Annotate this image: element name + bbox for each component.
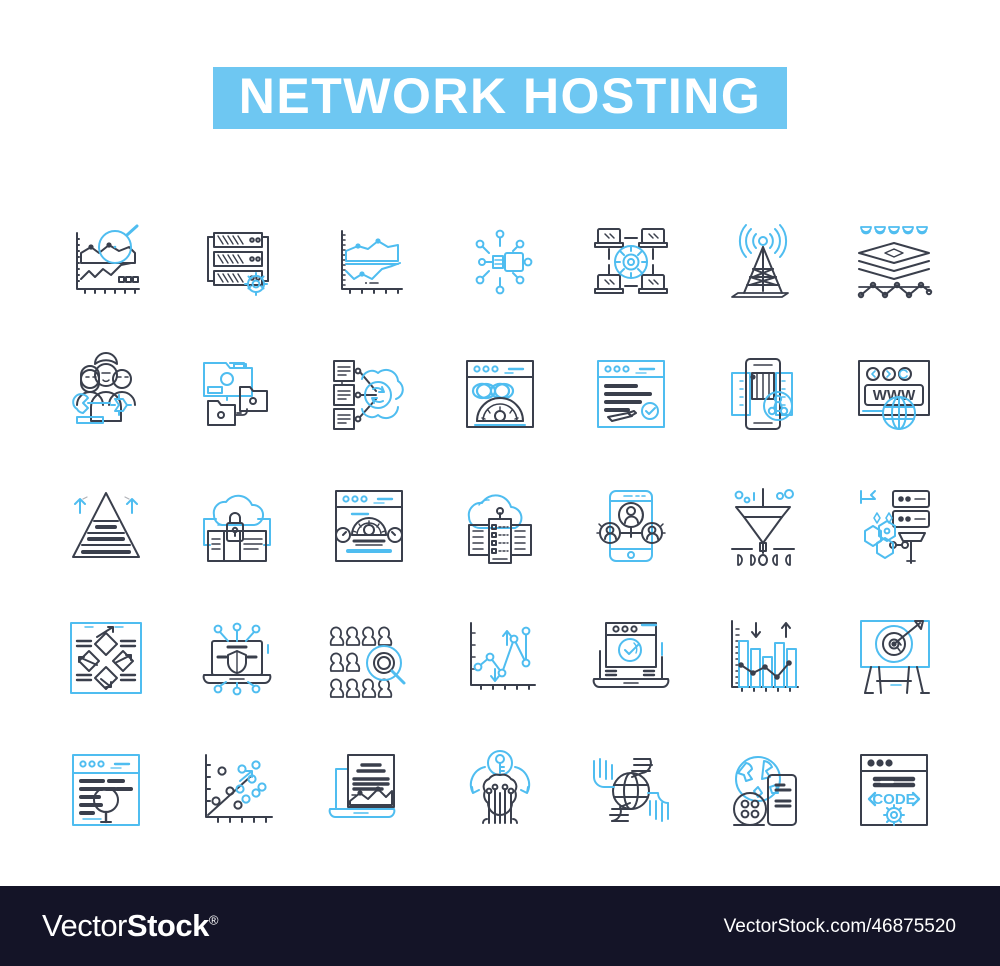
brain-circuit-key-icon (457, 747, 543, 833)
globe-phone-icon (720, 747, 806, 833)
cloud-lock-document-icon (194, 483, 280, 569)
diagram-diamonds-icon (63, 615, 149, 701)
illustration-sheet: NETWORK HOSTING WWW CODE VectorStock® Ve… (0, 0, 1000, 966)
laptop-shield-circuit-icon (194, 615, 280, 701)
icon-cell (40, 724, 171, 856)
page-title: NETWORK HOSTING (238, 68, 762, 124)
crowd-magnifier-icon (326, 615, 412, 701)
scatter-plot-trend-icon (194, 747, 280, 833)
icon-cell (171, 592, 302, 724)
icon-cell (40, 196, 171, 328)
registered-mark: ® (208, 912, 219, 928)
icon-cell: WWW (829, 328, 960, 460)
icon-cell: CODE (829, 724, 960, 856)
icon-cell (566, 328, 697, 460)
browser-form-check-icon (588, 351, 674, 437)
icon-cell (829, 460, 960, 592)
icon-cell (697, 328, 828, 460)
icon-cell (303, 460, 434, 592)
icon-cell (697, 724, 828, 856)
server-hexagon-hammer-icon (851, 483, 937, 569)
logo-bold-part: Stock (126, 908, 209, 943)
document-chart-laptop-icon (326, 747, 412, 833)
server-rack-gear-icon (194, 219, 280, 305)
laptop-check-badge-icon (588, 615, 674, 701)
datacenter-cloud-icon (457, 483, 543, 569)
title-banner: NETWORK HOSTING (212, 67, 788, 129)
icon-cell (434, 592, 565, 724)
icon-cell (40, 592, 171, 724)
laptops-gear-network-icon (588, 219, 674, 305)
pyramid-growth-icon (63, 483, 149, 569)
icon-cell (303, 196, 434, 328)
icon-cell (829, 592, 960, 724)
vectorstock-url: VectorStock.com/46875520 (723, 916, 956, 937)
icon-cell (40, 460, 171, 592)
icon-cell (303, 592, 434, 724)
icon-cell (697, 592, 828, 724)
icon-cell (697, 460, 828, 592)
icon-cell (829, 196, 960, 328)
chart-magnifier-icon (63, 219, 149, 305)
network-hub-nodes-icon (457, 219, 543, 305)
target-easel-dart-icon (851, 615, 937, 701)
line-chart-arrows-icon (457, 615, 543, 701)
icon-cell (171, 460, 302, 592)
icon-cell (566, 196, 697, 328)
icon-cell (171, 724, 302, 856)
bar-chart-arrows-icon (720, 615, 806, 701)
server-tower-share-icon (720, 351, 806, 437)
title-area: NETWORK HOSTING (0, 66, 1000, 130)
icon-cell (171, 196, 302, 328)
antenna-tower-signal-icon (720, 219, 806, 305)
browser-infinity-gauge-icon (457, 351, 543, 437)
icon-cell (566, 724, 697, 856)
browser-speedometer-icon (326, 483, 412, 569)
icon-cell (303, 724, 434, 856)
icon-cell (697, 196, 828, 328)
icon-cell (303, 328, 434, 460)
icon-cell (566, 460, 697, 592)
logo-light-part: Vector (42, 908, 127, 943)
hands-globe-icon (588, 747, 674, 833)
icon-cell (434, 196, 565, 328)
browser-text-magnifier-icon (63, 747, 149, 833)
folder-sync-icon (194, 351, 280, 437)
documents-cloud-sync-icon (326, 351, 412, 437)
icon-cell (434, 460, 565, 592)
phone-users-group-icon (588, 483, 674, 569)
icon-cell (434, 328, 565, 460)
browser-code-gear-icon: CODE (851, 747, 937, 833)
footer-bar: VectorStock® VectorStock.com/46875520 (0, 886, 1000, 966)
icon-grid: WWW CODE (40, 196, 960, 856)
team-wrench-gear-icon (63, 351, 149, 437)
icon-cell (434, 724, 565, 856)
icon-cell (171, 328, 302, 460)
funnel-data-filter-icon (720, 483, 806, 569)
icon-cell (566, 592, 697, 724)
area-chart-icon (326, 219, 412, 305)
browser-www-globe-icon: WWW (851, 351, 937, 437)
layered-stack-icon (851, 219, 937, 305)
icon-cell (40, 328, 171, 460)
vectorstock-logo: VectorStock® (42, 908, 218, 944)
